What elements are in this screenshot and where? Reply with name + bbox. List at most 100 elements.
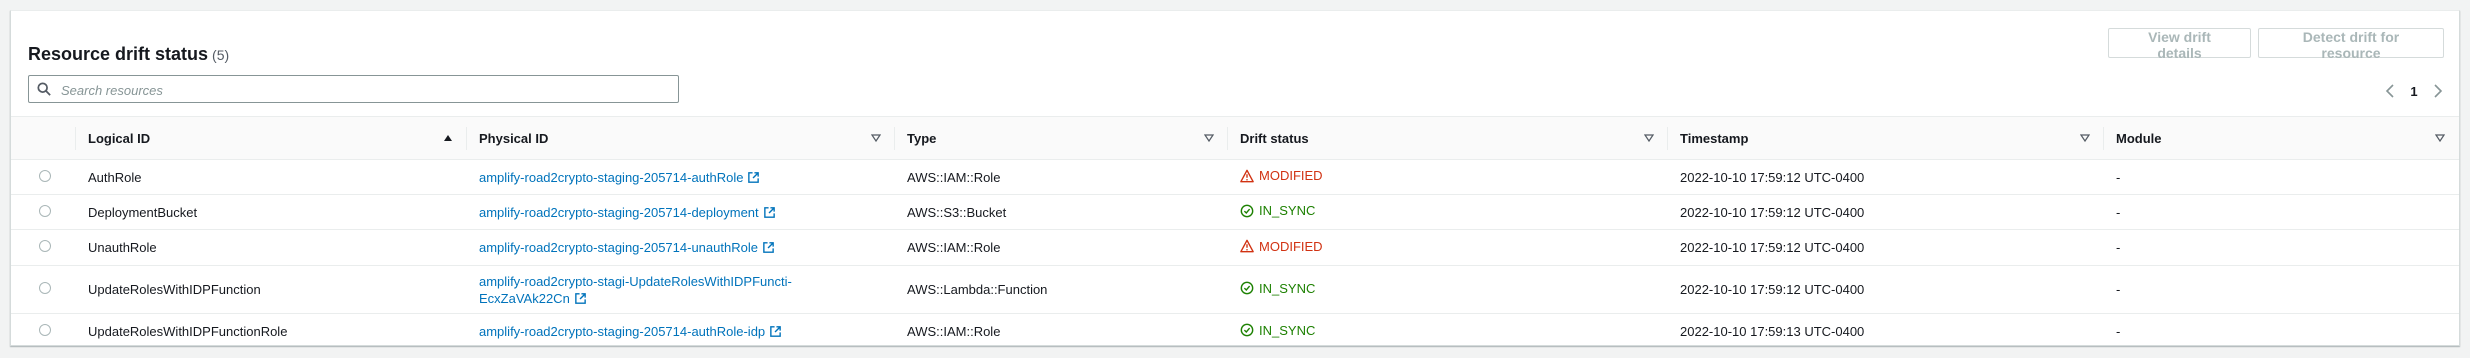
row-select-radio[interactable] <box>39 240 51 252</box>
resource-count: (5) <box>212 47 230 63</box>
caret-down-icon <box>1204 134 1214 143</box>
title-text: Resource drift status <box>28 44 209 64</box>
type-cell: AWS::IAM::Role <box>907 240 1001 255</box>
external-link-icon <box>763 206 775 218</box>
type-cell: AWS::Lambda::Function <box>907 282 1048 297</box>
status-badge: MODIFIED <box>1240 168 1323 183</box>
column-label: Timestamp <box>1680 130 1749 146</box>
logical-id-cell: UpdateRolesWithIDPFunction <box>88 282 261 297</box>
row-select-radio[interactable] <box>39 169 51 182</box>
timestamp-cell: 2022-10-10 17:59:12 UTC-0400 <box>1680 204 1865 220</box>
physical-id-link[interactable]: amplify-road2crypto-staging-205714-unaut… <box>479 240 775 255</box>
external-link-icon <box>574 292 586 304</box>
status-text: MODIFIED <box>1259 238 1323 254</box>
status-badge: MODIFIED <box>1240 239 1323 254</box>
column-header-logical-id[interactable]: Logical ID <box>76 116 467 160</box>
logical-id-cell: UnauthRole <box>88 240 157 255</box>
status-text: IN_SYNC <box>1259 322 1316 338</box>
column-label: Type <box>907 130 937 146</box>
resources-table: Logical ID Physical ID Type Drift status <box>11 116 2459 349</box>
status-text: IN_SYNC <box>1259 203 1316 219</box>
timestamp-cell: 2022-10-10 17:59:12 UTC-0400 <box>1680 169 1865 185</box>
physical-id-text: amplify-road2crypto-staging-205714-unaut… <box>479 240 758 255</box>
next-page-icon[interactable] <box>2429 83 2447 99</box>
check-circle-icon <box>1240 281 1254 295</box>
module-cell: - <box>2116 240 2121 255</box>
physical-id-link[interactable]: amplify-road2crypto-staging-205714-authR… <box>479 170 760 185</box>
view-drift-details-button[interactable]: View drift details <box>2108 28 2251 61</box>
logical-id-cell: UpdateRolesWithIDPFunctionRole <box>88 323 288 339</box>
column-header-drift-status[interactable]: Drift status <box>1228 116 1668 160</box>
type-cell: AWS::IAM::Role <box>907 169 1001 185</box>
row-select-radio[interactable] <box>39 282 51 294</box>
warning-icon <box>1240 239 1254 253</box>
external-link-icon <box>763 242 774 253</box>
column-header-timestamp[interactable]: Timestamp <box>1668 116 2104 160</box>
column-header-module[interactable]: Module <box>2104 116 2459 160</box>
status-badge: IN_SYNC <box>1240 323 1315 338</box>
caret-up-icon <box>444 135 452 141</box>
check-circle-icon <box>1240 323 1254 337</box>
search-input[interactable] <box>59 76 663 104</box>
search-box[interactable] <box>28 75 679 104</box>
table-row[interactable]: UnauthRole amplify-road2crypto-staging-2… <box>11 230 2459 266</box>
caret-down-icon <box>2435 134 2445 143</box>
physical-id-text: amplify-road2crypto-staging-205714-authR… <box>479 323 766 339</box>
table-row[interactable]: UpdateRolesWithIDPFunction amplify-road2… <box>11 266 2459 314</box>
row-select-radio[interactable] <box>39 323 51 336</box>
timestamp-cell: 2022-10-10 17:59:13 UTC-0400 <box>1680 323 1865 339</box>
drift-status-cell: IN_SYNC <box>1228 195 1668 230</box>
column-header-type[interactable]: Type <box>895 116 1228 160</box>
status-text: MODIFIED <box>1259 168 1323 184</box>
column-header-physical-id[interactable]: Physical ID <box>467 116 895 160</box>
module-cell: - <box>2116 204 2121 220</box>
page-title: Resource drift status (5) <box>28 44 229 65</box>
module-cell: - <box>2116 323 2121 339</box>
column-label: Module <box>2116 130 2162 146</box>
table-header-row: Logical ID Physical ID Type Drift status <box>11 116 2459 160</box>
status-text: IN_SYNC <box>1259 280 1316 296</box>
physical-id-text-line2: EcxZaVAk22Cn <box>479 290 570 306</box>
row-select-radio[interactable] <box>39 204 51 217</box>
search-icon <box>37 82 51 96</box>
logical-id-cell: DeploymentBucket <box>88 204 198 220</box>
status-badge: IN_SYNC <box>1240 203 1315 218</box>
drift-status-cell: MODIFIED <box>1228 160 1668 195</box>
type-cell: AWS::IAM::Role <box>907 323 1001 339</box>
physical-id-cell: amplify-road2crypto-stagi-UpdateRolesWit… <box>467 266 895 314</box>
physical-id-cell: amplify-road2crypto-staging-205714-unaut… <box>467 230 895 266</box>
status-badge: IN_SYNC <box>1240 281 1315 296</box>
physical-id-text: amplify-road2crypto-staging-205714-authR… <box>479 169 744 185</box>
check-circle-icon <box>1240 204 1254 218</box>
physical-id-link[interactable]: amplify-road2crypto-staging-205714-authR… <box>479 324 782 339</box>
physical-id-text: amplify-road2crypto-stagi-UpdateRolesWit… <box>479 273 792 289</box>
caret-down-icon <box>2080 134 2090 143</box>
caret-down-icon <box>871 134 881 143</box>
current-page[interactable]: 1 <box>2399 84 2429 99</box>
logical-id-cell: AuthRole <box>88 169 142 185</box>
prev-page-icon[interactable] <box>2381 83 2399 99</box>
table-row[interactable]: AuthRole amplify-road2crypto-staging-205… <box>11 160 2459 195</box>
drift-status-cell: MODIFIED <box>1228 230 1668 266</box>
physical-id-cell: amplify-road2crypto-staging-205714-authR… <box>467 160 895 195</box>
select-column-header <box>11 116 76 160</box>
physical-id-link[interactable]: amplify-road2crypto-stagi-UpdateRolesWit… <box>479 274 792 306</box>
drift-status-cell: IN_SYNC <box>1228 266 1668 314</box>
drift-status-cell: IN_SYNC <box>1228 314 1668 349</box>
module-cell: - <box>2116 282 2121 297</box>
module-cell: - <box>2116 169 2121 185</box>
caret-down-icon <box>1644 134 1654 143</box>
pagination: 1 <box>2381 83 2447 99</box>
type-cell: AWS::S3::Bucket <box>907 204 1007 220</box>
warning-icon <box>1240 169 1254 183</box>
physical-id-cell: amplify-road2crypto-staging-205714-deplo… <box>467 195 895 230</box>
resource-drift-panel: Resource drift status (5) View drift deta… <box>10 10 2460 346</box>
detect-drift-button[interactable]: Detect drift for resource <box>2258 28 2444 61</box>
table-row[interactable]: UpdateRolesWithIDPFunctionRole amplify-r… <box>11 314 2459 349</box>
external-link-icon <box>748 171 760 183</box>
timestamp-cell: 2022-10-10 17:59:12 UTC-0400 <box>1680 282 1865 297</box>
physical-id-link[interactable]: amplify-road2crypto-staging-205714-deplo… <box>479 205 776 220</box>
column-label: Logical ID <box>88 130 151 146</box>
column-label: Drift status <box>1240 130 1309 146</box>
table-row[interactable]: DeploymentBucket amplify-road2crypto-sta… <box>11 195 2459 230</box>
